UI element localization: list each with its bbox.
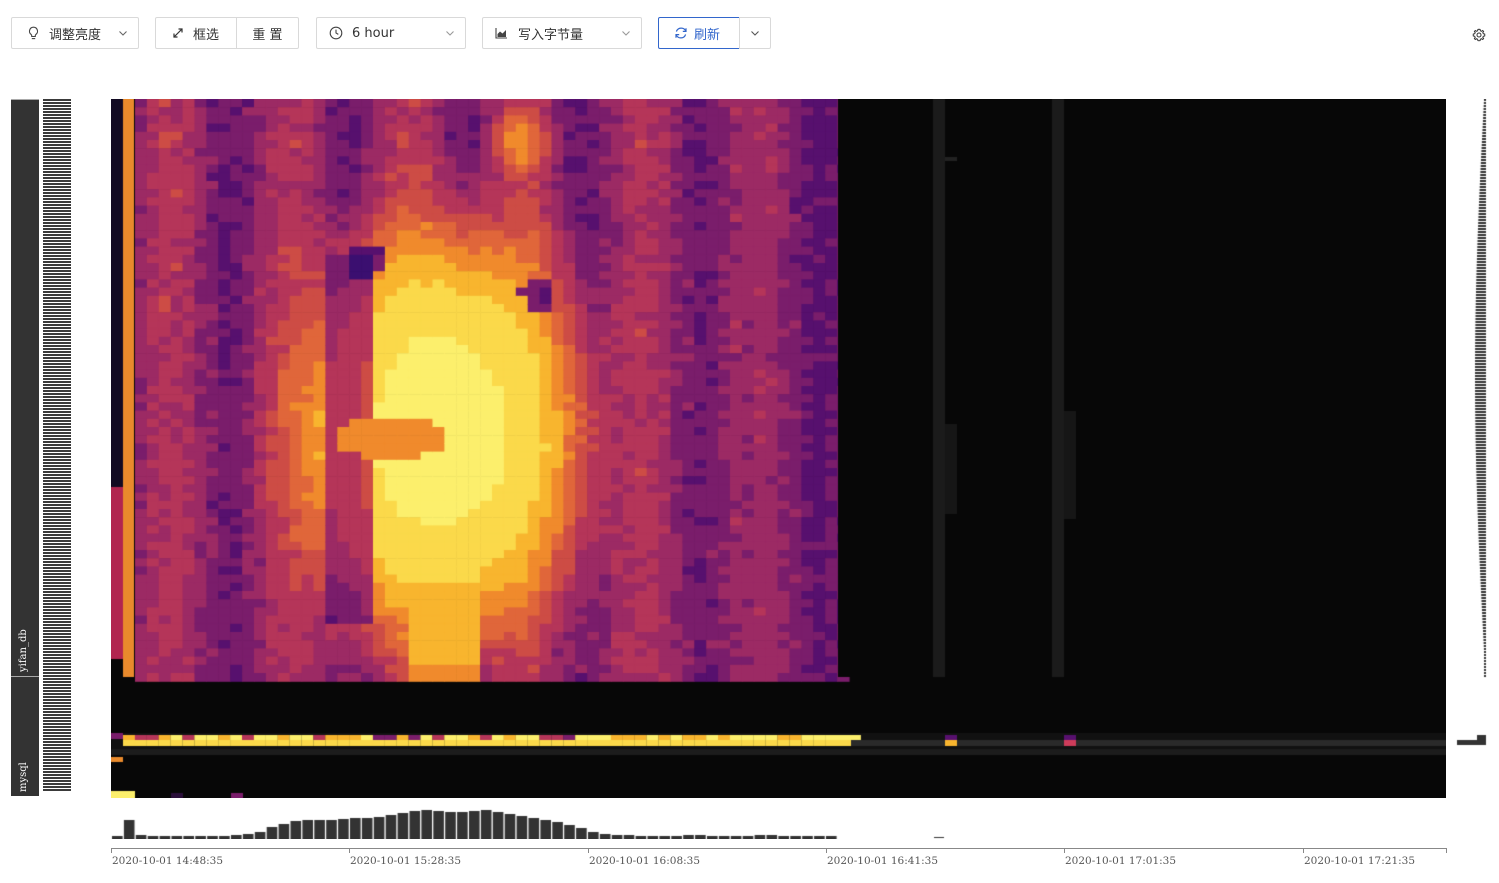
chevron-down-icon <box>445 28 455 38</box>
refresh-icon <box>674 26 688 40</box>
clock-icon <box>329 26 343 40</box>
group-label-mysql[interactable]: mysql <box>11 676 39 796</box>
resize-arrow-icon <box>172 27 184 39</box>
column-summary-bars <box>111 805 1446 839</box>
refresh-button[interactable]: 刷新 <box>658 17 740 49</box>
time-axis-label: 2020-10-01 17:21:35 <box>1304 855 1416 867</box>
brightness-label: 调整亮度 <box>49 27 102 43</box>
group-label-yifan-db[interactable]: yifan_db <box>11 99 39 676</box>
time-axis-tick <box>1303 848 1304 853</box>
auto-refresh-dropdown[interactable] <box>739 17 771 49</box>
time-axis-label: 2020-10-01 16:41:35 <box>827 855 939 867</box>
time-axis-label: 2020-10-01 15:28:35 <box>350 855 462 867</box>
brightness-dropdown[interactable]: 调整亮度 <box>11 17 139 49</box>
metric-select[interactable]: 写入字节量 <box>482 17 642 49</box>
chevron-down-icon <box>118 28 128 38</box>
group-label-bar: yifan_db mysql <box>11 99 39 796</box>
select-reset-group: 框选 重 置 <box>155 17 299 49</box>
metric-value: 写入字节量 <box>518 27 584 43</box>
time-axis-tick <box>111 848 112 853</box>
time-axis-tick <box>588 848 589 853</box>
gear-icon[interactable] <box>1472 27 1486 42</box>
lightbulb-icon <box>27 26 40 40</box>
time-axis-tick <box>1446 848 1447 853</box>
key-rows-bar <box>43 99 71 792</box>
area-chart-icon <box>495 27 508 39</box>
time-range-select[interactable]: 6 hour <box>316 17 466 49</box>
time-axis-label: 2020-10-01 14:48:35 <box>112 855 224 867</box>
heatmap-canvas[interactable] <box>111 99 1446 798</box>
box-select-button[interactable]: 框选 <box>156 18 237 48</box>
time-axis-tick <box>826 848 827 853</box>
time-axis-tick <box>1064 848 1065 853</box>
row-summary-bars <box>1455 99 1487 798</box>
time-axis-tick <box>349 848 350 853</box>
time-axis-label: 2020-10-01 16:08:35 <box>589 855 701 867</box>
reset-button[interactable]: 重 置 <box>237 24 298 43</box>
box-select-label: 框选 <box>193 27 220 43</box>
time-range-value: 6 hour <box>352 25 395 41</box>
chevron-down-icon <box>621 28 631 38</box>
time-axis-label: 2020-10-01 17:01:35 <box>1065 855 1177 867</box>
chevron-down-icon <box>750 28 760 38</box>
time-axis <box>111 848 1447 849</box>
refresh-label: 刷新 <box>694 27 721 43</box>
